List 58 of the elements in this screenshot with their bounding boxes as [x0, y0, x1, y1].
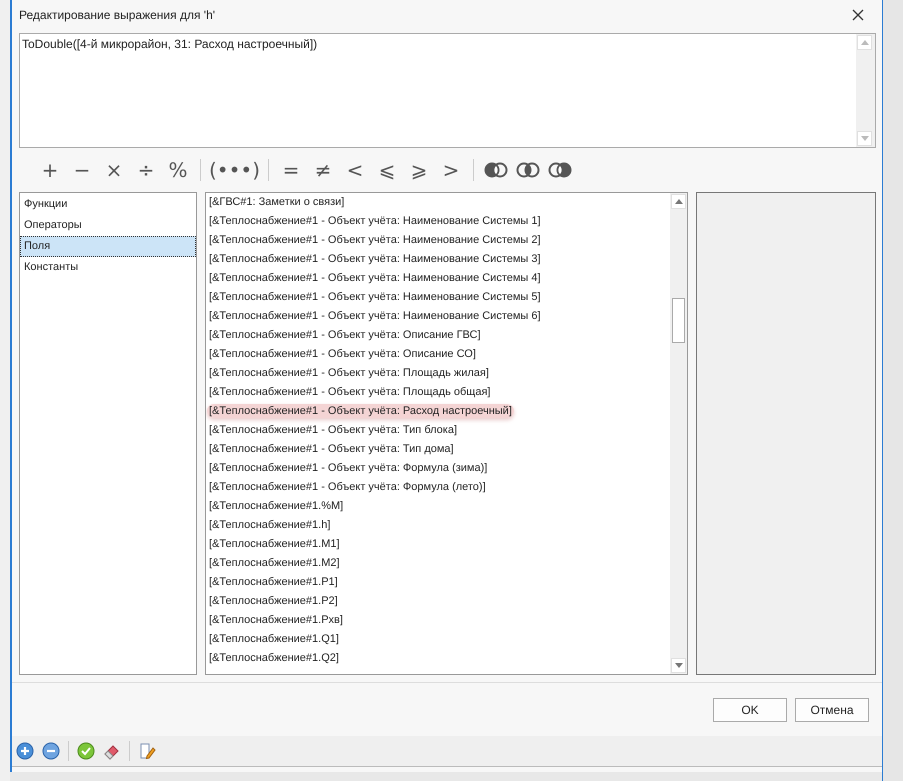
field-item[interactable]: [&Теплоснабжение#1.Q2] [207, 651, 341, 665]
field-item[interactable]: [&Теплоснабжение#1 - Объект учёта: Наименование Системы 2] [207, 233, 543, 247]
field-item[interactable]: [&Теплоснабжение#1 - Объект учёта: Наименование Системы 1] [207, 214, 543, 228]
operator-button[interactable]: (•••) [207, 155, 262, 185]
plus-circle-icon[interactable] [16, 742, 34, 760]
field-item[interactable]: [&Теплоснабжение#1.Pхв] [207, 613, 345, 627]
venn-diagram-icon[interactable] [548, 162, 572, 178]
field-item[interactable]: [&Теплоснабжение#1.%M] [207, 499, 346, 513]
field-item[interactable]: [&ГВС#1: Заметки о связи] [207, 195, 346, 209]
field-item[interactable]: [&Теплоснабжение#1 - Объект учёта: Тип блока] [207, 423, 460, 437]
operator-button[interactable]: − [66, 155, 98, 185]
category-item[interactable]: Константы [20, 257, 196, 278]
field-item[interactable]: [&Теплоснабжение#1 - Объект учёта: Наименование Системы 6] [207, 309, 543, 323]
scroll-up-icon[interactable] [674, 199, 682, 204]
category-item[interactable]: Поля [20, 236, 196, 257]
scroll-down-icon[interactable] [674, 663, 682, 668]
field-item[interactable]: [&Теплоснабжение#1.P2] [207, 594, 340, 608]
operator-button[interactable]: ⩾ [403, 155, 435, 185]
operator-button[interactable]: ≠ [307, 155, 339, 185]
field-item[interactable]: [&Теплоснабжение#1 - Объект учёта: Расход настроечный] [207, 404, 514, 418]
field-item[interactable]: [&Теплоснабжение#1 - Объект учёта: Наименование Системы 4] [207, 271, 543, 285]
check-circle-icon[interactable] [77, 742, 95, 760]
venn-diagram-icon[interactable] [484, 162, 508, 178]
field-item[interactable]: [&Теплоснабжение#1 - Объект учёта: Описание ГВС] [207, 328, 483, 342]
field-item[interactable]: [&Теплоснабжение#1.M2] [207, 556, 342, 570]
operator-button[interactable]: ÷ [130, 155, 162, 185]
operator-button[interactable]: < [339, 155, 371, 185]
field-item[interactable]: [&Теплоснабжение#1 - Объект учёта: Площадь жилая] [207, 366, 491, 380]
window-title: Редактирование выражения для 'h' [19, 8, 216, 22]
field-item[interactable]: [&Теплоснабжение#1 - Объект учёта: Формула (зима)] [207, 461, 490, 475]
venn-diagram-icon[interactable] [516, 162, 540, 178]
operator-button[interactable]: × [98, 155, 130, 185]
operator-button[interactable]: + [34, 155, 66, 185]
scroll-thumb[interactable] [672, 298, 685, 343]
category-item[interactable]: Функции [20, 194, 196, 215]
field-item[interactable]: [&Теплоснабжение#1 - Объект учёта: Описание СО] [207, 347, 478, 361]
operator-button[interactable]: ⩽ [371, 155, 403, 185]
operator-button[interactable]: > [435, 155, 467, 185]
cancel-button[interactable]: Отмена [795, 698, 869, 722]
edit-page-icon[interactable] [138, 742, 156, 760]
field-item[interactable]: [&Теплоснабжение#1 - Объект учёта: Площадь общая] [207, 385, 492, 399]
field-item[interactable]: [&Теплоснабжение#1.Q1] [207, 632, 341, 646]
expression-text: ToDouble([4-й микрорайон, 31: Расход настроечный]) [21, 36, 318, 53]
field-item[interactable]: [&Теплоснабжение#1 - Объект учёта: Наименование Системы 3] [207, 252, 543, 266]
field-item[interactable]: [&Теплоснабжение#1.h] [207, 518, 332, 532]
field-item[interactable]: [&Теплоснабжение#1 - Объект учёта: Тип дома] [207, 442, 456, 456]
ok-button[interactable]: OK [713, 698, 787, 722]
scrollbar[interactable] [670, 193, 687, 674]
field-item[interactable]: [&Теплоснабжение#1.M1] [207, 537, 342, 551]
field-item[interactable]: [&Теплоснабжение#1.P1] [207, 575, 340, 589]
operator-button[interactable]: % [162, 155, 194, 185]
operator-button[interactable]: = [275, 155, 307, 185]
minus-circle-icon[interactable] [42, 742, 60, 760]
field-item[interactable]: [&Теплоснабжение#1 - Объект учёта: Формула (лето)] [207, 480, 488, 494]
field-item[interactable]: [&Теплоснабжение#1 - Объект учёта: Наименование Системы 5] [207, 290, 543, 304]
close-icon[interactable] [852, 9, 864, 21]
expression-field[interactable]: ToDouble([4-й микрорайон, 31: Расход настроечный]) [19, 33, 876, 148]
category-item[interactable]: Операторы [20, 215, 196, 236]
